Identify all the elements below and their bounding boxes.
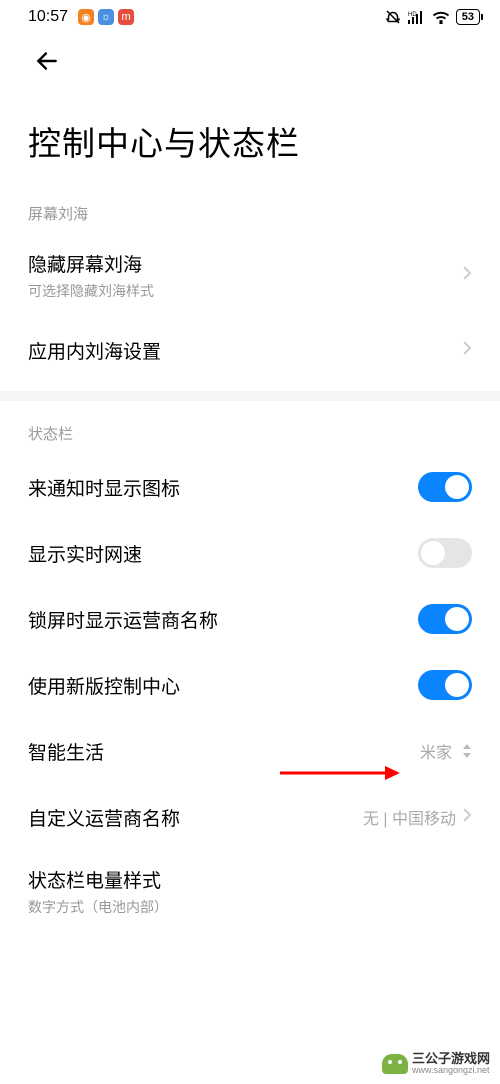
status-right: HD 53	[384, 8, 480, 26]
toggle-new-control[interactable]	[418, 670, 472, 700]
chevron-right-icon	[462, 265, 472, 286]
section-header-notch: 屏幕刘海	[0, 189, 500, 234]
baidu-icon: ☼	[98, 9, 114, 25]
mi-icon: m	[118, 9, 134, 25]
chevron-right-icon	[462, 807, 472, 828]
android-icon	[382, 1054, 408, 1074]
signal-icon: HD	[408, 10, 426, 24]
row-title: 状态栏电量样式	[28, 866, 168, 893]
battery-level: 53	[462, 11, 474, 23]
row-notif-icons[interactable]: 来通知时显示图标	[0, 454, 500, 520]
row-title: 智能生活	[28, 738, 104, 765]
sort-icon	[462, 744, 472, 758]
row-subtitle: 数字方式（电池内部）	[28, 897, 168, 917]
toggle-net-speed[interactable]	[418, 538, 472, 568]
watermark: 三公子游戏网 www.sangongzi.net	[382, 1052, 490, 1076]
row-title: 使用新版控制中心	[28, 672, 180, 699]
row-title: 应用内刘海设置	[28, 337, 161, 364]
status-left: 10:57 ◉ ☼ m	[28, 8, 134, 26]
mute-icon	[384, 8, 402, 26]
status-bar: 10:57 ◉ ☼ m HD 53	[0, 0, 500, 30]
row-smart-life[interactable]: 智能生活 米家	[0, 718, 500, 784]
row-net-speed[interactable]: 显示实时网速	[0, 520, 500, 586]
row-title: 隐藏屏幕刘海	[28, 250, 154, 277]
row-battery-style[interactable]: 状态栏电量样式 数字方式（电池内部）	[0, 850, 500, 933]
row-hide-notch[interactable]: 隐藏屏幕刘海 可选择隐藏刘海样式	[0, 234, 500, 317]
row-title: 锁屏时显示运营商名称	[28, 606, 218, 633]
row-title: 自定义运营商名称	[28, 804, 180, 831]
row-value: 米家	[420, 739, 452, 763]
row-carrier-lock[interactable]: 锁屏时显示运营商名称	[0, 586, 500, 652]
wifi-icon	[432, 10, 450, 24]
toggle-notif-icons[interactable]	[418, 472, 472, 502]
row-title: 显示实时网速	[28, 540, 142, 567]
status-time: 10:57	[28, 8, 68, 26]
weibo-icon: ◉	[78, 9, 94, 25]
section-header-status: 状态栏	[0, 409, 500, 454]
back-button[interactable]	[0, 30, 500, 79]
chevron-right-icon	[462, 340, 472, 361]
row-subtitle: 可选择隐藏刘海样式	[28, 281, 154, 301]
row-new-control[interactable]: 使用新版控制中心	[0, 652, 500, 718]
row-value: 无 | 中国移动	[363, 805, 456, 829]
row-custom-carrier[interactable]: 自定义运营商名称 无 | 中国移动	[0, 784, 500, 850]
toggle-carrier-lock[interactable]	[418, 604, 472, 634]
status-app-icons: ◉ ☼ m	[78, 9, 134, 25]
battery-icon: 53	[456, 9, 480, 25]
watermark-url: www.sangongzi.net	[412, 1066, 490, 1076]
row-title: 来通知时显示图标	[28, 474, 180, 501]
section-divider	[0, 391, 500, 401]
watermark-title: 三公子游戏网	[412, 1052, 490, 1066]
page-title: 控制中心与状态栏	[0, 79, 500, 189]
row-app-notch[interactable]: 应用内刘海设置	[0, 317, 500, 383]
